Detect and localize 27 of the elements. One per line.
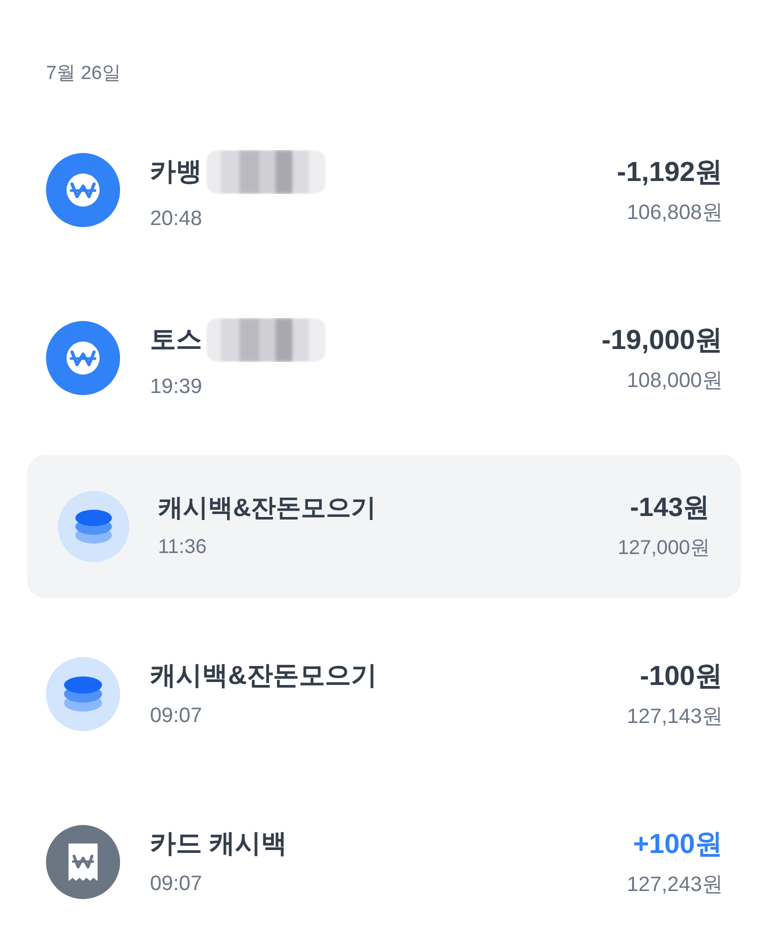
won-icon [46, 153, 120, 228]
transaction-amount: +100원 [632, 826, 723, 860]
receipt-icon [46, 825, 120, 900]
transaction-amount: -19,000원 [602, 322, 723, 356]
transaction-time: 20:48 [150, 206, 202, 232]
transaction-time: 09:07 [150, 703, 202, 730]
transaction-title: 캐시백&잔돈모으기 [158, 493, 376, 523]
won-icon [46, 321, 120, 396]
transaction-amount: -1,192원 [616, 154, 723, 188]
transaction-time: 11:36 [158, 535, 207, 560]
transaction-title: 카드 캐시백 [150, 828, 288, 860]
balance-amount: 127,143원 [626, 704, 723, 730]
transaction-amount: -100원 [640, 658, 723, 692]
transaction-time: 19:39 [150, 374, 202, 400]
balance-amount: 106,808원 [626, 200, 723, 226]
transaction-title: 토스 [150, 324, 202, 356]
balance-amount: 127,243원 [626, 872, 723, 898]
transaction-title: 캐시백&잔돈모으기 [150, 660, 377, 692]
coin-stack-icon [46, 657, 120, 732]
balance-amount: 127,000원 [618, 536, 710, 561]
transaction-row[interactable]: 캐시백&잔돈모으기 11:36 -143원 127,000원 [27, 455, 741, 598]
coin-stack-icon [58, 490, 130, 562]
transaction-amount: -143원 [630, 492, 710, 524]
date-header: 7월 26일 [46, 62, 121, 86]
transaction-time: 09:07 [150, 871, 202, 898]
balance-amount: 108,000원 [626, 368, 723, 394]
transaction-title: 카뱅 [150, 156, 202, 188]
